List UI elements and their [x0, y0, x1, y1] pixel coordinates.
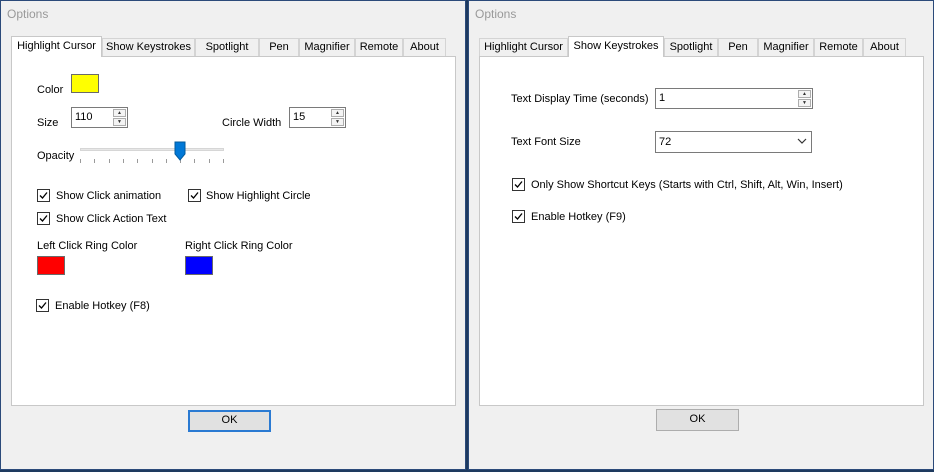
color-label: Color	[37, 84, 64, 96]
tab-magnifier[interactable]: Magnifier	[299, 38, 355, 56]
enable-hotkey-label: Enable Hotkey (F9)	[531, 211, 626, 223]
options-window-right: Options Highlight Cursor Show Keystrokes…	[468, 0, 934, 470]
right-ring-color-label: Right Click Ring Color	[185, 240, 293, 252]
spin-up-icon[interactable]: ▲	[331, 109, 344, 117]
slider-tick	[109, 159, 110, 163]
window-title: Options	[475, 7, 517, 21]
show-keystrokes-panel: Text Display Time (seconds) 1 ▲ ▼ Text F…	[479, 56, 924, 406]
size-value: 110	[75, 111, 93, 123]
only-shortcut-keys-checkbox[interactable]	[512, 178, 525, 191]
tab-show-keystrokes[interactable]: Show Keystrokes	[102, 38, 195, 56]
checkmark-icon	[39, 192, 48, 199]
tab-strip: Highlight Cursor Show Keystrokes Spotlig…	[11, 36, 451, 57]
checkmark-icon	[38, 302, 47, 309]
tab-about[interactable]: About	[863, 38, 906, 56]
tab-spotlight[interactable]: Spotlight	[195, 38, 259, 56]
left-ring-color-swatch[interactable]	[37, 256, 65, 275]
left-ring-color-label: Left Click Ring Color	[37, 240, 138, 252]
slider-tick	[223, 159, 224, 163]
spin-down-icon[interactable]: ▼	[331, 118, 344, 126]
tab-spotlight[interactable]: Spotlight	[664, 38, 718, 56]
checkmark-icon	[514, 213, 523, 220]
highlight-cursor-panel: Color Size 110 ▲ ▼ Circle Width 15 ▲ ▼ O…	[11, 56, 456, 406]
only-shortcut-keys-label: Only Show Shortcut Keys (Starts with Ctr…	[531, 179, 843, 191]
slider-track	[80, 148, 224, 151]
tab-pen[interactable]: Pen	[718, 38, 758, 56]
slider-tick	[123, 159, 124, 163]
text-display-time-spinner[interactable]: 1 ▲ ▼	[655, 88, 813, 109]
slider-tick	[166, 159, 167, 163]
slider-tick	[152, 159, 153, 163]
circle-width-spinner[interactable]: 15 ▲ ▼	[289, 107, 346, 128]
circle-width-label: Circle Width	[222, 117, 282, 129]
show-click-action-text-checkbox[interactable]	[37, 212, 50, 225]
color-swatch[interactable]	[71, 74, 99, 93]
tab-about[interactable]: About	[403, 38, 446, 56]
tab-show-keystrokes[interactable]: Show Keystrokes	[568, 36, 664, 57]
tab-remote[interactable]: Remote	[814, 38, 863, 56]
size-spinner[interactable]: 110 ▲ ▼	[71, 107, 128, 128]
spin-down-icon[interactable]: ▼	[798, 99, 811, 107]
slider-thumb-icon[interactable]	[174, 141, 186, 161]
chevron-down-icon	[797, 138, 807, 144]
tab-highlight-cursor[interactable]: Highlight Cursor	[479, 38, 568, 56]
text-font-size-value: 72	[659, 136, 672, 148]
text-display-time-value: 1	[659, 92, 666, 104]
circle-width-value: 15	[293, 111, 306, 123]
spin-arrows: ▲ ▼	[798, 90, 811, 107]
right-ring-color-swatch[interactable]	[185, 256, 213, 275]
opacity-slider[interactable]	[78, 139, 226, 165]
show-click-animation-label: Show Click animation	[56, 190, 162, 202]
spin-arrows: ▲ ▼	[331, 109, 344, 126]
spin-arrows: ▲ ▼	[113, 109, 126, 126]
show-highlight-circle-checkbox[interactable]	[188, 189, 201, 202]
text-display-time-label: Text Display Time (seconds)	[511, 93, 649, 105]
ok-button[interactable]: OK	[188, 410, 271, 432]
tab-highlight-cursor[interactable]: Highlight Cursor	[11, 36, 102, 57]
enable-hotkey-checkbox[interactable]	[36, 299, 49, 312]
size-label: Size	[37, 117, 59, 129]
slider-tick	[80, 159, 81, 163]
slider-tick	[209, 159, 210, 163]
ok-button[interactable]: OK	[656, 409, 739, 431]
enable-hotkey-label: Enable Hotkey (F8)	[55, 300, 150, 312]
show-highlight-circle-label: Show Highlight Circle	[206, 190, 311, 202]
show-click-animation-checkbox[interactable]	[37, 189, 50, 202]
tab-strip: Highlight Cursor Show Keystrokes Spotlig…	[479, 36, 919, 57]
checkmark-icon	[39, 215, 48, 222]
checkmark-icon	[514, 181, 523, 188]
slider-tick	[194, 159, 195, 163]
text-font-size-label: Text Font Size	[511, 136, 581, 148]
opacity-label: Opacity	[37, 150, 75, 162]
options-window-left: Options Highlight Cursor Show Keystrokes…	[0, 0, 466, 470]
show-click-action-text-label: Show Click Action Text	[56, 213, 167, 225]
text-font-size-dropdown[interactable]: 72	[655, 131, 812, 153]
checkmark-icon	[190, 192, 199, 199]
tab-magnifier[interactable]: Magnifier	[758, 38, 814, 56]
spin-down-icon[interactable]: ▼	[113, 118, 126, 126]
slider-tick	[137, 159, 138, 163]
window-title: Options	[7, 7, 49, 21]
spin-up-icon[interactable]: ▲	[113, 109, 126, 117]
tab-remote[interactable]: Remote	[355, 38, 403, 56]
enable-hotkey-checkbox[interactable]	[512, 210, 525, 223]
tab-pen[interactable]: Pen	[259, 38, 299, 56]
slider-tick	[94, 159, 95, 163]
spin-up-icon[interactable]: ▲	[798, 90, 811, 98]
